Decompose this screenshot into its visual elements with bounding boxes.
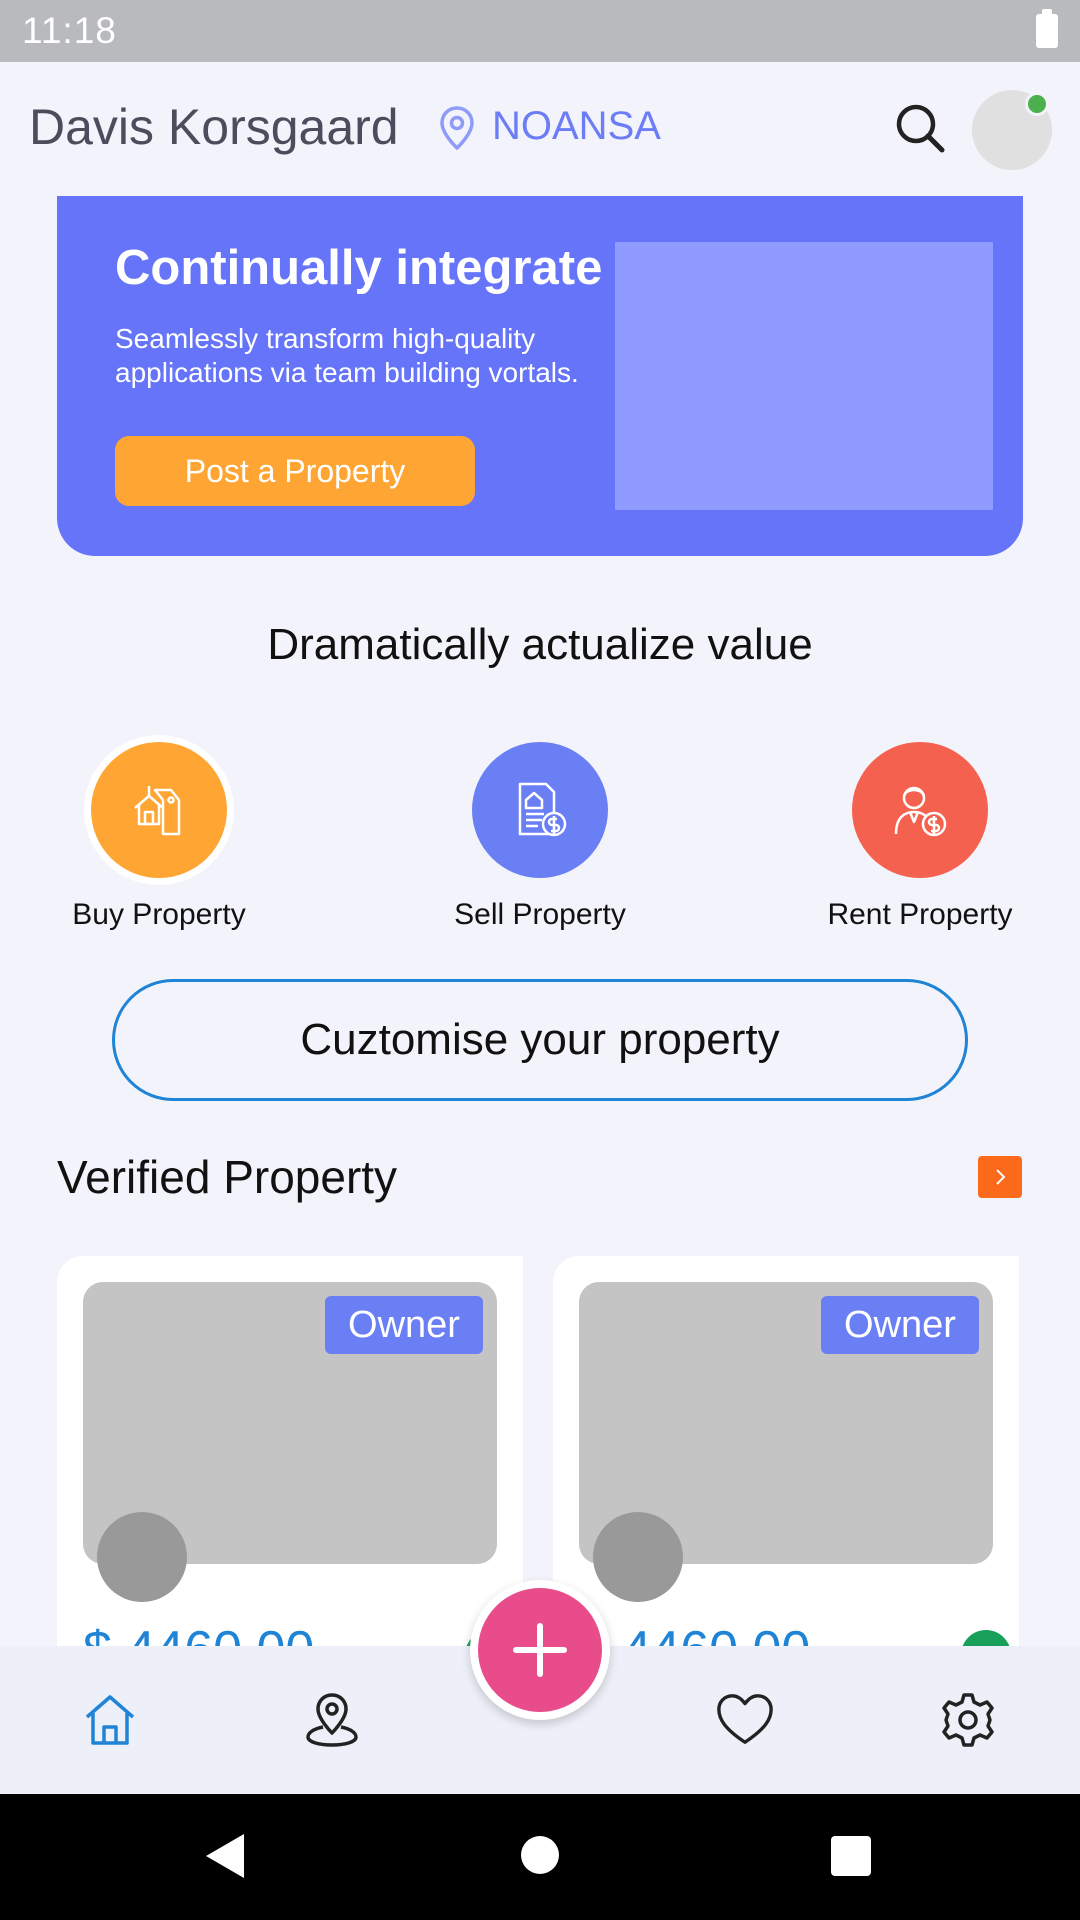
settings-icon[interactable] (938, 1690, 998, 1750)
property-card[interactable]: Owner $ 4460.00 (57, 1256, 523, 1680)
promo-title: Continually integrate (115, 241, 603, 295)
add-icon (513, 1623, 567, 1677)
location-label[interactable]: NOANSA (492, 104, 661, 149)
promo-description: Seamlessly transform high-quality applic… (115, 323, 579, 388)
chevron-right-icon[interactable] (978, 1156, 1022, 1198)
category-sell-property[interactable]: Sell Property (410, 742, 670, 932)
recents-icon[interactable] (831, 1836, 871, 1876)
status-time: 11:18 (22, 10, 117, 51)
owner-badge: Owner (325, 1296, 483, 1354)
map-pin-icon (440, 106, 474, 150)
status-bar: 11:18 (0, 0, 1080, 62)
category-label: Buy Property (72, 898, 246, 931)
verified-property-title: Verified Property (57, 1151, 398, 1203)
category-label: Sell Property (454, 898, 626, 931)
home-circle-icon[interactable] (521, 1836, 559, 1874)
agent-avatar (593, 1512, 683, 1602)
sell-property-icon (472, 742, 608, 878)
owner-badge: Owner (821, 1296, 979, 1354)
add-button[interactable] (470, 1580, 610, 1720)
heart-icon[interactable] (715, 1690, 775, 1750)
header: Davis Korsgaard NOANSA (0, 62, 1080, 190)
customise-property-button[interactable]: Cuztomise your property (112, 979, 968, 1101)
post-property-button[interactable]: Post a Property (115, 436, 475, 506)
category-label: Rent Property (827, 898, 1013, 931)
rent-property-icon (852, 742, 988, 878)
system-navigation-bar (0, 1794, 1080, 1920)
back-icon[interactable] (206, 1834, 244, 1878)
search-icon[interactable] (894, 102, 946, 154)
promo-banner: Continually integrate Seamlessly transfo… (57, 196, 1023, 556)
category-rent-property[interactable]: Rent Property (790, 742, 1050, 932)
location-icon[interactable] (302, 1690, 362, 1750)
property-card[interactable]: Owner $ 4460.00 (553, 1256, 1019, 1680)
online-status-dot (1025, 92, 1049, 116)
section-heading: Dramatically actualize value (267, 620, 813, 669)
buy-property-icon (91, 742, 227, 878)
agent-avatar (97, 1512, 187, 1602)
promo-image (615, 242, 993, 510)
user-name: Davis Korsgaard (29, 99, 399, 155)
category-buy-property[interactable]: Buy Property (29, 742, 289, 932)
battery-icon (1036, 9, 1058, 48)
home-icon[interactable] (80, 1690, 140, 1750)
